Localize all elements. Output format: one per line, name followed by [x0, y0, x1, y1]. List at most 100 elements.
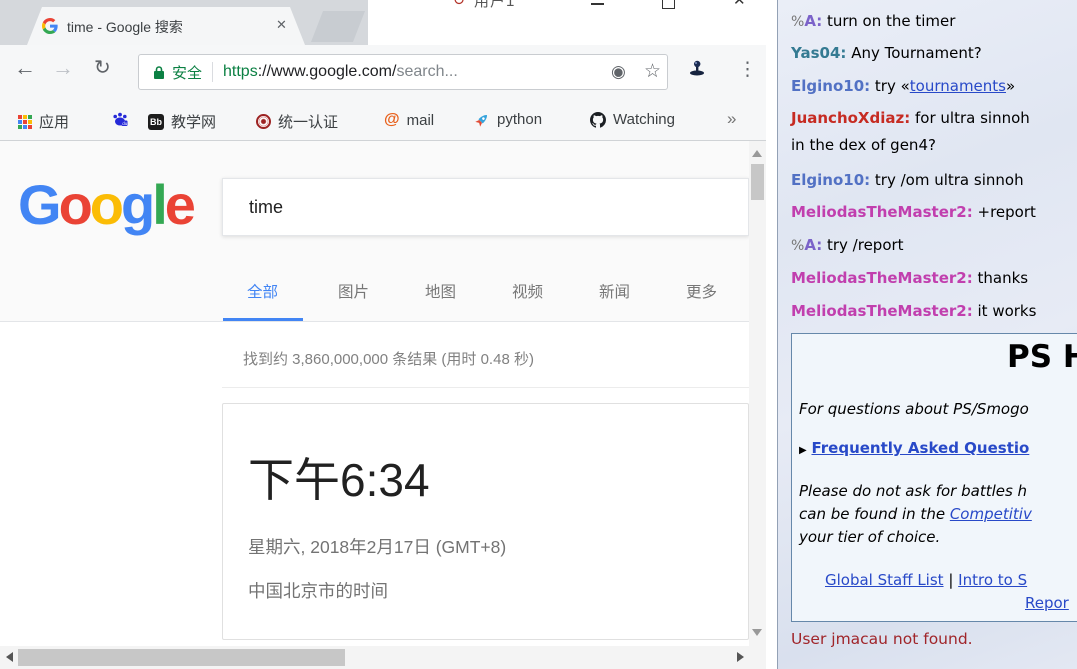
infobox-paragraph-line: Please do not ask for battles h	[799, 482, 1027, 500]
chat-message: Elgino10: try /om ultra sinnoh	[791, 171, 1024, 189]
minimize-button[interactable]	[591, 3, 604, 5]
chat-text: it works	[978, 302, 1037, 320]
paragraph-text: can be found in the	[799, 505, 950, 523]
chat-text: thanks	[978, 269, 1029, 287]
vertical-scrollbar[interactable]	[749, 141, 766, 646]
bookmarks-overflow-chevron[interactable]: »	[727, 109, 736, 129]
bookmark-mail-label: mail	[407, 112, 435, 129]
tournaments-link[interactable]: tournaments	[910, 77, 1006, 95]
github-icon	[590, 112, 606, 128]
bookmark-star-icon[interactable]: ☆	[644, 60, 661, 83]
chat-username[interactable]: A:	[804, 12, 822, 30]
chat-message: %A: turn on the timer	[791, 12, 955, 30]
bookmark-teaching[interactable]: Bb 教学网	[148, 111, 216, 132]
chat-username[interactable]: MeliodasTheMaster2:	[791, 203, 973, 221]
competitive-link[interactable]: Competitiv	[950, 505, 1032, 523]
user-not-found-error: User jmacau not found.	[791, 630, 973, 648]
chat-username[interactable]: Yas04:	[791, 44, 846, 62]
faq-link[interactable]: Frequently Asked Questio	[811, 439, 1029, 457]
reload-button[interactable]: ↻	[94, 57, 111, 79]
tab-more[interactable]: 更多	[686, 280, 717, 302]
infobox-paragraph-line: your tier of choice.	[799, 528, 940, 546]
seal-icon	[256, 114, 271, 129]
tab-news[interactable]: 新闻	[599, 280, 630, 302]
chat-message: MeliodasTheMaster2: +report	[791, 203, 1036, 221]
tab-maps[interactable]: 地图	[425, 280, 456, 302]
intro-to-staff-link[interactable]: Intro to S	[958, 571, 1027, 589]
chrome-toolbar: ← → ↻ 安全 https://www.google.com/search..…	[0, 45, 766, 100]
chat-username[interactable]: MeliodasTheMaster2:	[791, 302, 973, 320]
search-input[interactable]	[223, 179, 671, 235]
bookmark-baidu[interactable]: du	[112, 111, 128, 127]
secure-label[interactable]: 安全	[172, 62, 202, 83]
infobox-paragraph-line: can be found in the Competitiv	[799, 505, 1032, 523]
page-action-icon[interactable]: ◉	[611, 62, 626, 82]
showdown-chat-panel: %A: turn on the timer Yas04: Any Tournam…	[777, 0, 1077, 669]
tab-videos[interactable]: 视频	[512, 280, 543, 302]
link-separator: |	[948, 571, 953, 589]
joystick-extension-icon[interactable]	[688, 60, 706, 76]
tab-all[interactable]: 全部	[247, 280, 278, 302]
chat-username[interactable]: MeliodasTheMaster2:	[791, 269, 973, 287]
chrome-tab-strip: time - Google 搜索 ✕	[0, 0, 368, 45]
rocket-icon	[474, 112, 490, 128]
omnibox-separator	[212, 62, 213, 82]
bookmark-teaching-label: 教学网	[171, 111, 216, 132]
chat-text: in the dex of gen4?	[791, 136, 936, 154]
bookmark-watching[interactable]: Watching	[590, 111, 675, 128]
logo-letter: o	[59, 173, 90, 236]
chat-text: try /report	[827, 236, 904, 254]
chat-text: turn on the timer	[827, 12, 955, 30]
tab-images[interactable]: 图片	[338, 280, 369, 302]
bookmark-watching-label: Watching	[613, 111, 675, 128]
baidu-paw-icon: du	[112, 111, 128, 127]
logo-letter: o	[90, 173, 121, 236]
chat-text: try /om ultra sinnoh	[875, 171, 1024, 189]
google-favicon	[42, 18, 58, 34]
bookmark-auth[interactable]: 统一认证	[256, 111, 338, 132]
url-text[interactable]: https://www.google.com/search...	[223, 63, 458, 81]
address-bar[interactable]: 安全 https://www.google.com/search... ◉ ☆	[138, 54, 668, 90]
forward-button[interactable]: →	[52, 57, 74, 79]
apps-grid-icon	[18, 115, 32, 129]
bookmark-python[interactable]: python	[474, 111, 542, 128]
bookmark-auth-label: 统一认证	[278, 111, 338, 132]
staff-links-row: Global Staff List | Intro to S	[825, 571, 1027, 589]
chat-username[interactable]: JuanchoXdiaz:	[791, 109, 910, 127]
horizontal-scroll-thumb[interactable]	[18, 649, 345, 666]
bookmark-mail[interactable]: @ mail	[384, 111, 434, 129]
ps-info-box: PS H For questions about PS/Smogo ▶ Freq…	[791, 333, 1077, 622]
global-staff-list-link[interactable]: Global Staff List	[825, 571, 944, 589]
faq-row: ▶ Frequently Asked Questio	[799, 439, 1029, 457]
browser-tab[interactable]: time - Google 搜索 ✕	[27, 7, 305, 45]
google-logo[interactable]: Google	[18, 172, 193, 238]
close-button[interactable]: ✕	[733, 0, 746, 9]
secure-lock-icon	[153, 65, 165, 80]
chat-message: MeliodasTheMaster2: it works	[791, 302, 1036, 320]
back-button[interactable]: ←	[14, 57, 36, 79]
scroll-left-arrow[interactable]	[6, 652, 13, 662]
logo-letter: g	[121, 173, 152, 236]
scroll-up-arrow[interactable]	[752, 150, 762, 157]
current-date: 星期六, 2018年2月17日 (GMT+8)	[248, 534, 506, 559]
new-tab-button[interactable]	[311, 11, 365, 42]
bookmark-apps[interactable]: 应用	[18, 111, 69, 132]
tab-close-icon[interactable]: ✕	[276, 17, 287, 33]
menu-icon[interactable]: ⋮	[738, 58, 757, 81]
rank-symbol: %	[791, 238, 804, 254]
bullet-triangle-icon[interactable]: ▶	[799, 445, 807, 456]
chat-username[interactable]: Elgino10:	[791, 171, 870, 189]
report-link-row: Repor	[1025, 594, 1069, 612]
report-link[interactable]: Repor	[1025, 594, 1069, 612]
chat-username[interactable]: Elgino10:	[791, 77, 870, 95]
maximize-button[interactable]	[662, 0, 675, 9]
vertical-scroll-thumb[interactable]	[751, 164, 764, 200]
scroll-right-arrow[interactable]	[737, 652, 744, 662]
background-window-icon: ↺	[453, 0, 466, 9]
horizontal-scrollbar[interactable]	[0, 646, 766, 669]
chat-text: for ultra sinnoh	[915, 109, 1030, 127]
screen: ↺ 用户1 ✕ time - Google 搜索 ✕ ← → ↻ 安全 http…	[0, 0, 1077, 669]
chat-username[interactable]: A:	[804, 236, 822, 254]
chat-text: try «	[875, 77, 910, 95]
scroll-down-arrow[interactable]	[752, 629, 762, 636]
